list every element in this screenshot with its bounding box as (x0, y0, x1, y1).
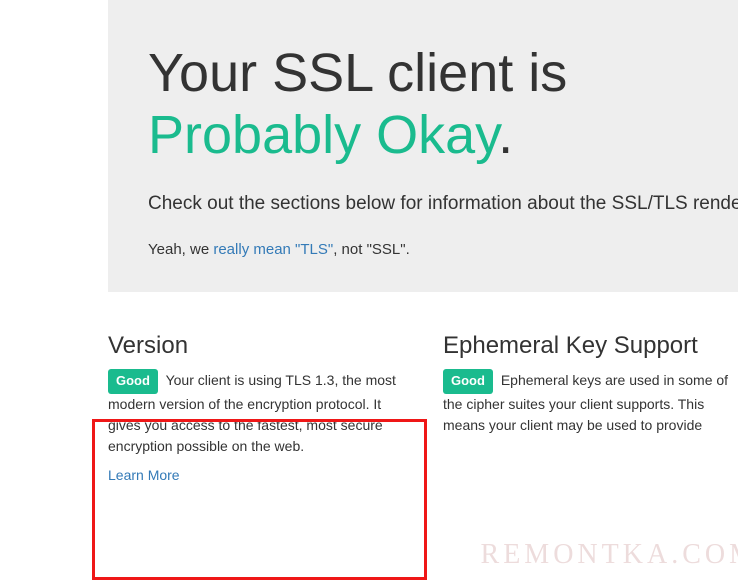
title-suffix: . (498, 105, 513, 165)
section-version-body: Good Your client is using TLS 1.3, the m… (108, 369, 413, 457)
section-version: Version Good Your client is using TLS 1.… (108, 332, 413, 485)
page-title: Your SSL client is Probably Okay. (148, 42, 738, 166)
section-ephemeral: Ephemeral Key Support Good Ephemeral key… (443, 332, 738, 485)
watermark: REMONTKA.COM (481, 539, 738, 571)
learn-more-link[interactable]: Learn More (108, 467, 180, 483)
note-prefix: Yeah, we (148, 241, 213, 258)
hero-note: Yeah, we really mean "TLS", not "SSL". (148, 241, 738, 258)
section-version-heading: Version (108, 332, 413, 360)
good-badge: Good (443, 369, 493, 394)
tls-link[interactable]: really mean "TLS" (213, 241, 333, 258)
hero-panel: Your SSL client is Probably Okay. Check … (108, 0, 738, 292)
good-badge: Good (108, 369, 158, 394)
hero-lead: Check out the sections below for informa… (148, 190, 738, 219)
section-ephemeral-body: Good Ephemeral keys are used in some of … (443, 369, 738, 436)
note-suffix: , not "SSL". (333, 241, 410, 258)
section-ephemeral-heading: Ephemeral Key Support (443, 332, 738, 360)
title-prefix: Your SSL client is (148, 43, 567, 103)
sections-row: Version Good Your client is using TLS 1.… (108, 332, 738, 485)
ssl-status: Probably Okay (148, 105, 498, 165)
